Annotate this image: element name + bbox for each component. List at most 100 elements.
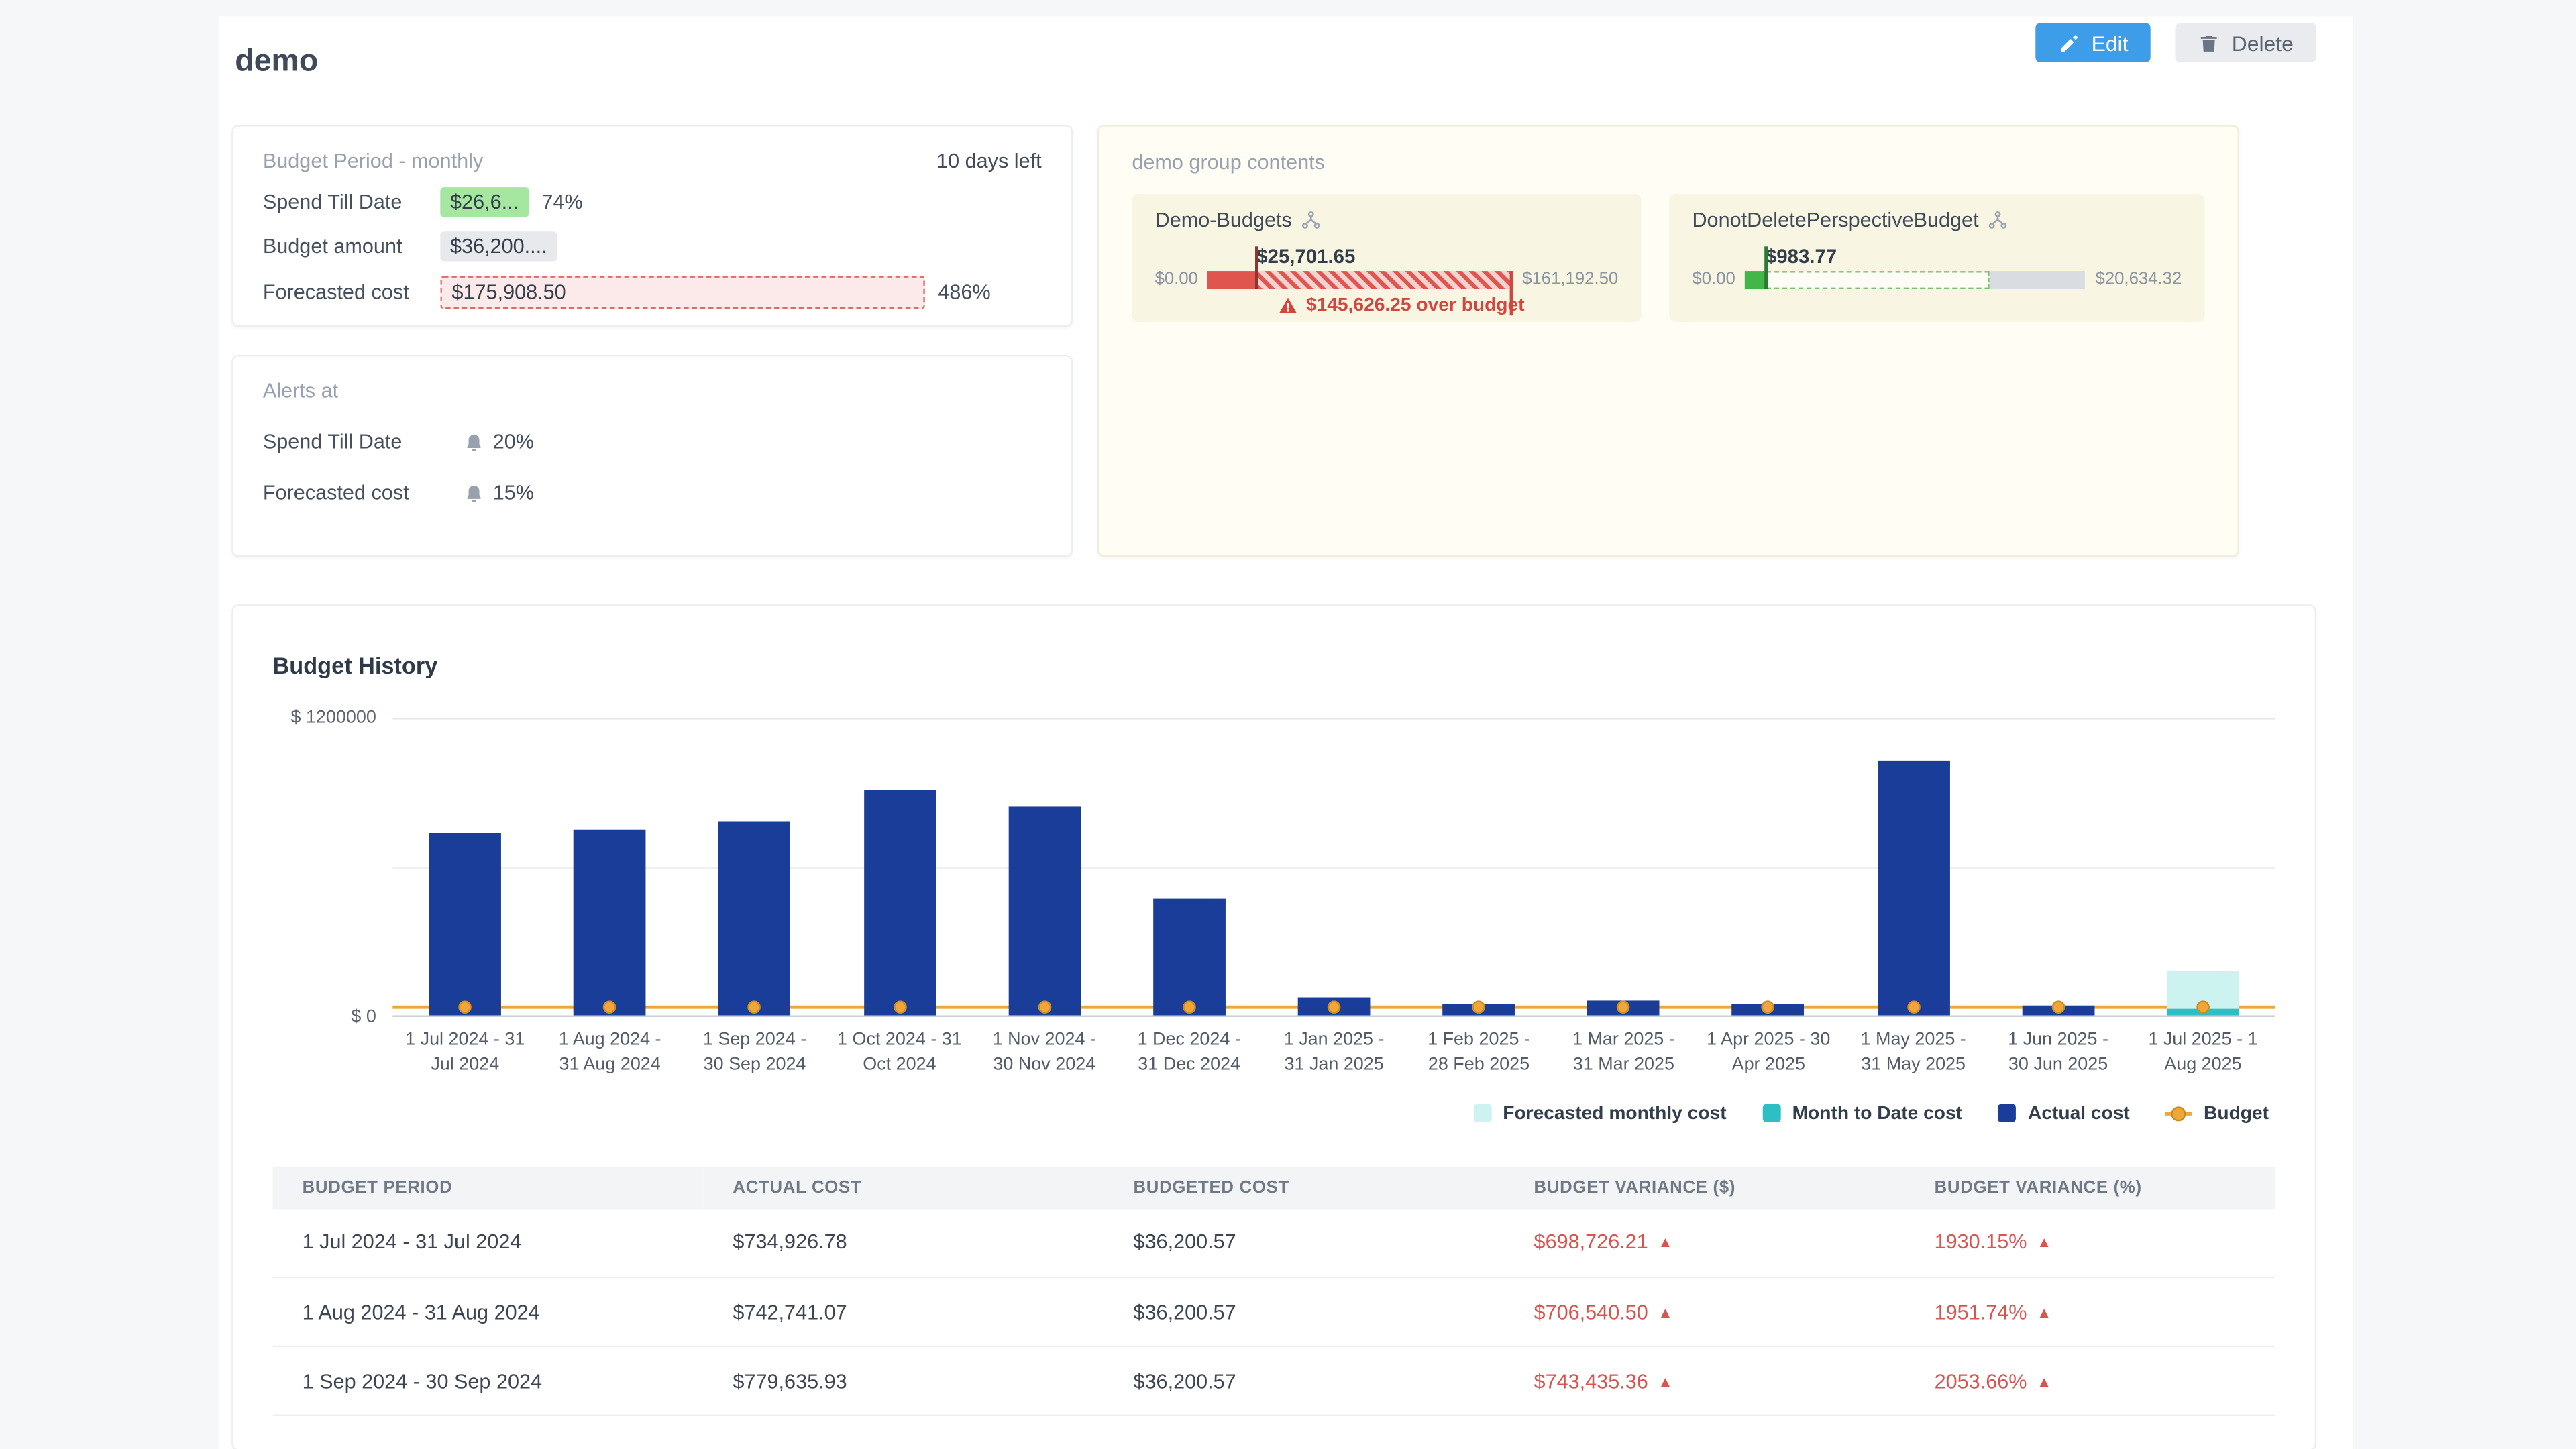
x-axis-label: 1 Aug 2024 - 31 Aug 2024 bbox=[537, 1028, 682, 1077]
budget-point[interactable] bbox=[1617, 1000, 1631, 1013]
budget-progress-bar: $25,701.65 bbox=[1208, 270, 1513, 288]
x-axis-label: 1 May 2025 - 31 May 2025 bbox=[1841, 1028, 1986, 1077]
up-triangle-icon: ▲ bbox=[2037, 1304, 2051, 1320]
table-cell: $36,200.57 bbox=[1104, 1346, 1504, 1415]
actual-cost-bar[interactable] bbox=[863, 790, 936, 1015]
range-min-label: $0.00 bbox=[1155, 270, 1198, 289]
table-cell: 1 Aug 2024 - 31 Aug 2024 bbox=[273, 1278, 704, 1347]
budget-point[interactable] bbox=[1472, 1000, 1486, 1013]
budget-point[interactable] bbox=[1038, 1000, 1051, 1013]
budget-progress-bar: $983.77 bbox=[1746, 270, 2086, 288]
spend-marker bbox=[1255, 246, 1258, 288]
legend-label: Budget bbox=[2204, 1104, 2269, 1123]
chart-legend: Forecasted monthly cost Month to Date cos… bbox=[273, 1104, 2275, 1123]
chart-category-slot bbox=[1841, 718, 1986, 1015]
bar-segment-solid-green bbox=[1746, 270, 1766, 288]
budget-point[interactable] bbox=[1762, 1000, 1775, 1013]
forecast-swatch-icon bbox=[1473, 1104, 1491, 1122]
chart-category-slot bbox=[1986, 718, 2131, 1015]
legend-item[interactable]: Month to Date cost bbox=[1762, 1104, 1962, 1123]
budget-point[interactable] bbox=[893, 1000, 906, 1013]
x-axis-label: 1 Sep 2024 - 30 Sep 2024 bbox=[682, 1028, 827, 1077]
actual-cost-bar[interactable] bbox=[429, 833, 501, 1016]
actual-cost-bar[interactable] bbox=[1877, 760, 1949, 1016]
table-row: 1 Sep 2024 - 30 Sep 2024$779,635.93$36,2… bbox=[273, 1346, 2275, 1415]
chart-category-slot bbox=[2131, 718, 2275, 1015]
variance-cell: $706,540.50▲ bbox=[1504, 1278, 1904, 1347]
legend-label: Forecasted monthly cost bbox=[1503, 1104, 1726, 1123]
budget-card[interactable]: DonotDeletePerspectiveBudget$0.00$983.77… bbox=[1669, 194, 2204, 322]
chart-category-slot bbox=[1117, 718, 1262, 1015]
legend-item[interactable]: Forecasted monthly cost bbox=[1473, 1104, 1726, 1123]
budget-point[interactable] bbox=[2196, 1000, 2210, 1013]
budget-history-table: BUDGET PERIODACTUAL COSTBUDGETED COSTBUD… bbox=[273, 1166, 2275, 1416]
y-axis-max-label: $ 1200000 bbox=[290, 708, 376, 728]
mtd-swatch-icon bbox=[1762, 1104, 1780, 1122]
left-column: Budget Period - monthly 10 days left Spe… bbox=[231, 125, 1073, 557]
table-row: 1 Aug 2024 - 31 Aug 2024$742,741.07$36,2… bbox=[273, 1278, 2275, 1347]
app-viewport: demo Edit Delete bbox=[0, 0, 2576, 1449]
actual-cost-bar[interactable] bbox=[1153, 899, 1226, 1016]
actual-cost-bar[interactable] bbox=[718, 821, 791, 1016]
forecasted-cost-row: Forecasted cost $175,908.50 486% bbox=[263, 276, 1042, 309]
table-header-row: BUDGET PERIODACTUAL COSTBUDGETED COSTBUD… bbox=[273, 1166, 2275, 1209]
legend-item[interactable]: Budget bbox=[2166, 1104, 2269, 1123]
group-contents-card: demo group contents Demo-Budgets$0.00$25… bbox=[1097, 125, 2239, 557]
budget-point[interactable] bbox=[748, 1000, 761, 1013]
summary-cards-row: Budget Period - monthly 10 days left Spe… bbox=[231, 125, 2316, 557]
x-axis-label: 1 Nov 2024 - 30 Nov 2024 bbox=[972, 1028, 1117, 1077]
variance-cell: 2053.66%▲ bbox=[1905, 1346, 2275, 1415]
budget-point[interactable] bbox=[1907, 1000, 1920, 1013]
delete-button[interactable]: Delete bbox=[2176, 23, 2316, 62]
bar-segment-hatch-red bbox=[1256, 270, 1512, 288]
hierarchy-icon bbox=[1302, 210, 1322, 229]
budget-period-card-head: Budget Period - monthly 10 days left bbox=[263, 150, 1042, 172]
alert-forecast-row: Forecasted cost 15% bbox=[263, 482, 1042, 504]
pencil-icon bbox=[2059, 32, 2080, 54]
chart-category-slot bbox=[392, 718, 537, 1015]
table-cell: $36,200.57 bbox=[1104, 1209, 1504, 1278]
range-max-label: $161,192.50 bbox=[1522, 270, 1618, 289]
page-header: demo Edit Delete bbox=[219, 16, 2353, 125]
page-title: demo bbox=[235, 44, 318, 80]
days-left-label: 10 days left bbox=[936, 150, 1042, 172]
actual-swatch-icon bbox=[1998, 1104, 2017, 1122]
budget-point[interactable] bbox=[1328, 1000, 1341, 1013]
budget-history-chart: $ 1200000 $ 0 bbox=[273, 718, 2275, 1017]
alerts-title: Alerts at bbox=[263, 380, 338, 402]
chart-category-slot bbox=[1262, 718, 1407, 1015]
x-axis-label: 1 Feb 2025 - 28 Feb 2025 bbox=[1407, 1028, 1552, 1077]
up-triangle-icon: ▲ bbox=[2037, 1373, 2051, 1389]
up-triangle-icon: ▲ bbox=[2037, 1234, 2051, 1250]
chart-category-slot bbox=[537, 718, 682, 1015]
budget-point[interactable] bbox=[458, 1000, 472, 1013]
table-row: 1 Jul 2024 - 31 Jul 2024$734,926.78$36,2… bbox=[273, 1209, 2275, 1278]
bar-segment-solid-red bbox=[1208, 270, 1257, 288]
budget-point[interactable] bbox=[603, 1000, 616, 1013]
over-budget-warning: $145,626.25 over budget bbox=[1278, 296, 1618, 315]
x-axis-label: 1 Jan 2025 - 31 Jan 2025 bbox=[1262, 1028, 1407, 1077]
legend-item[interactable]: Actual cost bbox=[1998, 1104, 2130, 1123]
spend-till-date-chip: $26,6... bbox=[440, 187, 529, 217]
actual-cost-bar[interactable] bbox=[1008, 806, 1081, 1015]
variance-cell: 1930.15%▲ bbox=[1905, 1209, 2275, 1278]
alerts-card-head: Alerts at bbox=[263, 380, 1042, 402]
chart-category-slot bbox=[827, 718, 972, 1015]
forecasted-cost-label: Forecasted cost bbox=[263, 281, 440, 304]
edit-button[interactable]: Edit bbox=[2035, 23, 2151, 62]
range-max-label: $20,634.32 bbox=[2096, 270, 2182, 289]
budget-card[interactable]: Demo-Budgets $0.00 $25,701.65 $161,192.50 $1… bbox=[1132, 194, 1641, 322]
actual-cost-bar[interactable] bbox=[574, 830, 646, 1016]
chart-y-axis: $ 1200000 $ 0 bbox=[273, 718, 393, 1017]
budget-name: Demo-Budgets bbox=[1155, 209, 1619, 231]
spend-value-label: $983.77 bbox=[1766, 244, 1837, 267]
column-header: ACTUAL COST bbox=[703, 1166, 1104, 1209]
budget-period-title: Budget Period - monthly bbox=[263, 150, 483, 172]
table-cell: $734,926.78 bbox=[703, 1209, 1104, 1278]
variance-cell: $698,726.21▲ bbox=[1504, 1209, 1904, 1278]
budget-end-line bbox=[1509, 270, 1513, 315]
up-triangle-icon: ▲ bbox=[1658, 1373, 1672, 1389]
budget-point[interactable] bbox=[1183, 1000, 1196, 1013]
chart-category-slot bbox=[1696, 718, 1841, 1015]
budget-point[interactable] bbox=[2051, 1000, 2065, 1013]
